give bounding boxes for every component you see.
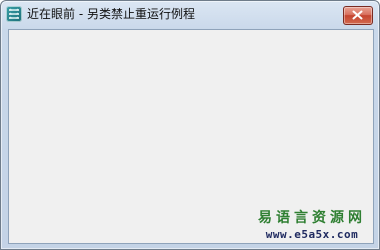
title-bar[interactable]: 近在眼前 - 另类禁止重运行例程 <box>1 1 379 28</box>
client-area: 易语言资源网 www.e5a5x.com <box>8 29 374 244</box>
app-icon[interactable] <box>6 6 22 22</box>
watermark-name: 易语言资源网 <box>258 210 366 226</box>
watermark-url: www.e5a5x.com <box>265 228 359 241</box>
close-icon <box>352 10 363 20</box>
watermark: 易语言资源网 www.e5a5x.com <box>258 211 366 240</box>
app-window: 近在眼前 - 另类禁止重运行例程 易语言资源网 www.e5a5x.com <box>0 0 380 250</box>
close-button[interactable] <box>343 6 373 25</box>
window-title: 近在眼前 - 另类禁止重运行例程 <box>27 7 195 21</box>
